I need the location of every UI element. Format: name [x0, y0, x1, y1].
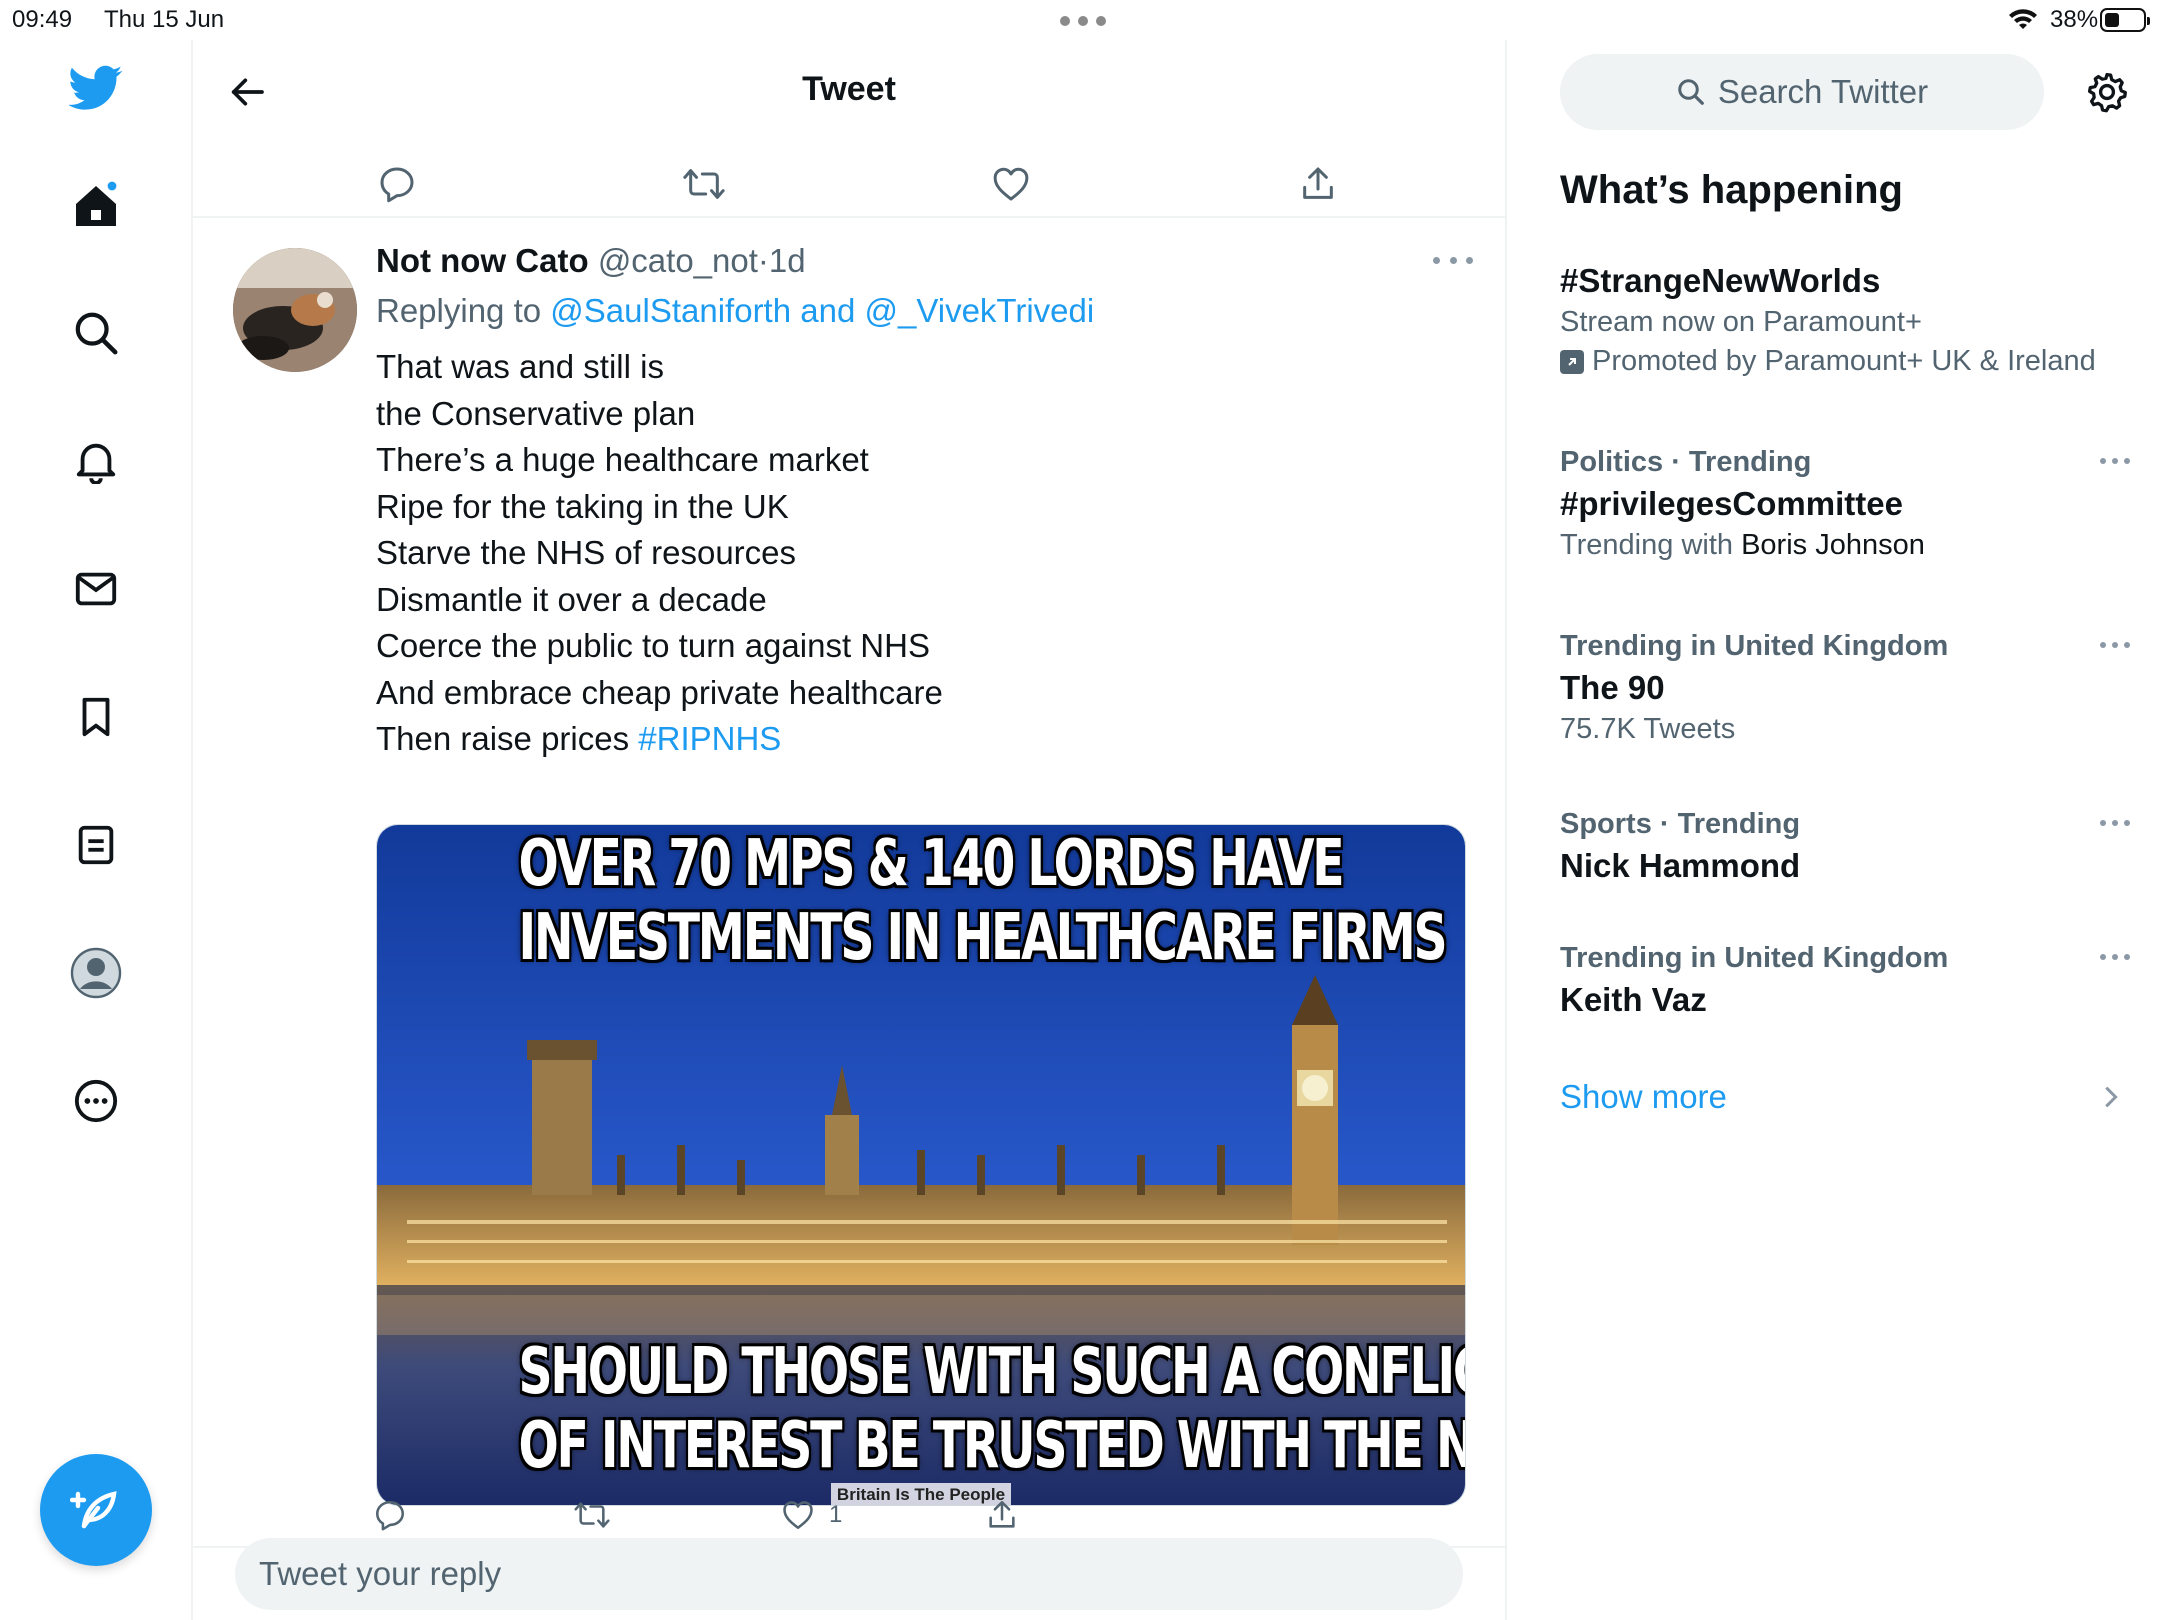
like-heart-icon[interactable]	[983, 156, 1039, 212]
trend-title: Nick Hammond	[1560, 847, 1801, 884]
promoted-by: Promoted by Paramount+ UK & Ireland	[1560, 345, 2130, 378]
promoted-trend-title: #StrangeNewWorlds	[1560, 262, 1881, 299]
trend-item[interactable]: Trending in United Kingdom Keith Vaz	[1560, 942, 2130, 1019]
trend-meta: Trending in United Kingdom	[1560, 630, 1949, 662]
tweet-author-line: Not now Cato @cato_not·1d	[376, 242, 806, 280]
retweet-icon[interactable]	[676, 156, 732, 212]
retweet-icon[interactable]	[573, 1490, 611, 1540]
tweet-more-icon[interactable]	[1433, 250, 1473, 270]
like-heart-icon	[783, 1501, 813, 1530]
image-caption-top-line: OVER 70 MPS & 140 LORDS HAVE	[518, 827, 1344, 901]
lists-icon[interactable]	[68, 817, 124, 873]
settings-gear-icon[interactable]	[2079, 64, 2135, 120]
author-handle[interactable]: @cato_not	[598, 242, 758, 279]
battery-icon	[2100, 8, 2150, 32]
profile-avatar-icon[interactable]	[68, 945, 124, 1001]
trend-more-icon[interactable]	[2100, 640, 2130, 650]
tweet-text-line: Dismantle it over a decade	[376, 580, 767, 618]
reply-composer[interactable]	[235, 1538, 1463, 1610]
tweet-time[interactable]: 1d	[769, 242, 806, 279]
trend-meta: Trending in United Kingdom	[1560, 942, 1949, 974]
author-avatar[interactable]	[233, 248, 357, 372]
trend-item[interactable]: Sports · Trending Nick Hammond	[1560, 808, 2130, 885]
whats-happening-title: What’s happening	[1560, 168, 1903, 212]
promoted-trend-subtitle: Stream now on Paramount+	[1560, 306, 1922, 338]
trend-meta: Politics · Trending	[1560, 446, 1812, 478]
reply-icon[interactable]	[369, 156, 425, 212]
trend-more-icon[interactable]	[2100, 818, 2130, 828]
page-title: Tweet	[802, 70, 896, 108]
trend-tweet-count: 75.7K Tweets	[1560, 713, 1736, 745]
show-more-link[interactable]: Show more	[1560, 1078, 2120, 1116]
trend-subtitle: Trending with Boris Johnson	[1560, 529, 2130, 562]
image-caption-bottom-line: SHOULD THOSE WITH SUCH A CONFLICT	[518, 1335, 1466, 1409]
image-caption-bottom-line: OF INTEREST BE TRUSTED WITH THE NHS?	[518, 1409, 1466, 1483]
search-placeholder: Search Twitter	[1717, 73, 1929, 110]
status-date: Thu 15 Jun	[104, 6, 225, 33]
more-options-icon[interactable]	[68, 1073, 124, 1129]
trend-item[interactable]: Politics · Trending #privilegesCommittee…	[1560, 446, 2130, 562]
notifications-bell-icon[interactable]	[68, 433, 124, 489]
share-icon[interactable]	[1290, 156, 1346, 212]
tweet-text-line: Coerce the public to turn against NHS	[376, 627, 930, 664]
promoted-icon	[1560, 349, 1584, 374]
trend-more-icon[interactable]	[2100, 456, 2130, 466]
trend-item[interactable]: Trending in United Kingdom The 90 75.7K …	[1560, 630, 2130, 746]
tweet-text-line: And embrace cheap private healthcare	[376, 673, 943, 711]
hashtag-link[interactable]: #RIPNHS	[638, 720, 781, 757]
parent-tweet-actions	[193, 148, 1505, 218]
compose-tweet-button[interactable]	[40, 1454, 152, 1566]
tweet-text-line-last: Then raise prices #RIPNHS	[376, 716, 943, 763]
tweet-text-fragment: Then raise prices	[376, 720, 630, 757]
trend-meta: Sports · Trending	[1560, 808, 1801, 840]
chevron-right-icon	[2100, 1084, 2120, 1110]
replying-to: Replying to @SaulStaniforth and @_VivekT…	[376, 292, 1094, 330]
trend-title: #privilegesCommittee	[1560, 485, 1903, 522]
trend-title: The 90	[1560, 669, 1665, 706]
wifi-icon	[2008, 8, 2038, 30]
replying-to-prefix: Replying to	[376, 292, 542, 329]
trend-more-icon[interactable]	[2100, 952, 2130, 962]
time-separator: ·	[757, 242, 769, 279]
tweet-text-line: the Conservative plan	[376, 394, 696, 432]
promoted-trend[interactable]: #StrangeNewWorlds Stream now on Paramoun…	[1560, 262, 2130, 378]
author-name[interactable]: Not now Cato	[376, 242, 589, 279]
tweet-image[interactable]: OVER 70 MPS & 140 LORDS HAVE INVESTMENTS…	[376, 824, 1466, 1506]
home-icon[interactable]	[68, 178, 124, 234]
messages-envelope-icon[interactable]	[68, 561, 124, 617]
battery-percentage: 38%	[2050, 6, 2099, 33]
tweet-text-line: There’s a huge healthcare market	[376, 441, 869, 478]
explore-search-icon[interactable]	[68, 305, 124, 361]
image-caption-top: OVER 70 MPS & 140 LORDS HAVE INVESTMENTS…	[518, 827, 1447, 975]
search-icon	[1678, 79, 1704, 105]
search-bar[interactable]: Search Twitter	[1560, 54, 2044, 130]
like-button[interactable]: 1	[781, 1490, 842, 1540]
reply-icon[interactable]	[373, 1490, 407, 1540]
left-navigation	[0, 40, 193, 1620]
tweet-text-line: Starve the NHS of resources	[376, 534, 797, 571]
main-column: Tweet Not now Cato @cato_not·1d Replying…	[193, 40, 1507, 1620]
like-count: 1	[829, 1501, 843, 1528]
tweet-header: Tweet	[193, 40, 1505, 140]
trend-subtitle-prefix: Trending with	[1560, 529, 1734, 561]
right-sidebar: Search Twitter What’s happening #Strange…	[1507, 40, 2160, 1620]
tweet-text-line: Ripe for the taking in the UK	[376, 487, 789, 525]
reply-input[interactable]	[235, 1538, 1463, 1610]
trend-subtitle-strong: Boris Johnson	[1741, 529, 1925, 561]
trend-title: Keith Vaz	[1560, 981, 1707, 1018]
replying-to-users-link[interactable]: @SaulStaniforth and @_VivekTrivedi	[550, 292, 1094, 329]
image-caption-bottom: SHOULD THOSE WITH SUCH A CONFLICT OF INT…	[518, 1335, 1466, 1483]
status-time: 09:49	[12, 6, 73, 33]
tweet-text: That was and still is the Conservative p…	[376, 344, 943, 763]
promoted-by-text: Promoted by Paramount+ UK & Ireland	[1592, 345, 2096, 377]
image-caption-top-line: INVESTMENTS IN HEALTHCARE FIRMS	[518, 901, 1447, 975]
twitter-logo-icon[interactable]	[68, 60, 124, 116]
status-bar: 09:49 Thu 15 Jun 38%	[0, 0, 2160, 40]
bookmarks-icon[interactable]	[68, 689, 124, 745]
show-more-label: Show more	[1560, 1078, 1727, 1115]
multitasking-dots-icon[interactable]	[1060, 16, 1106, 26]
tweet-text-line: That was and still is	[376, 348, 664, 385]
share-icon[interactable]	[985, 1490, 1019, 1540]
